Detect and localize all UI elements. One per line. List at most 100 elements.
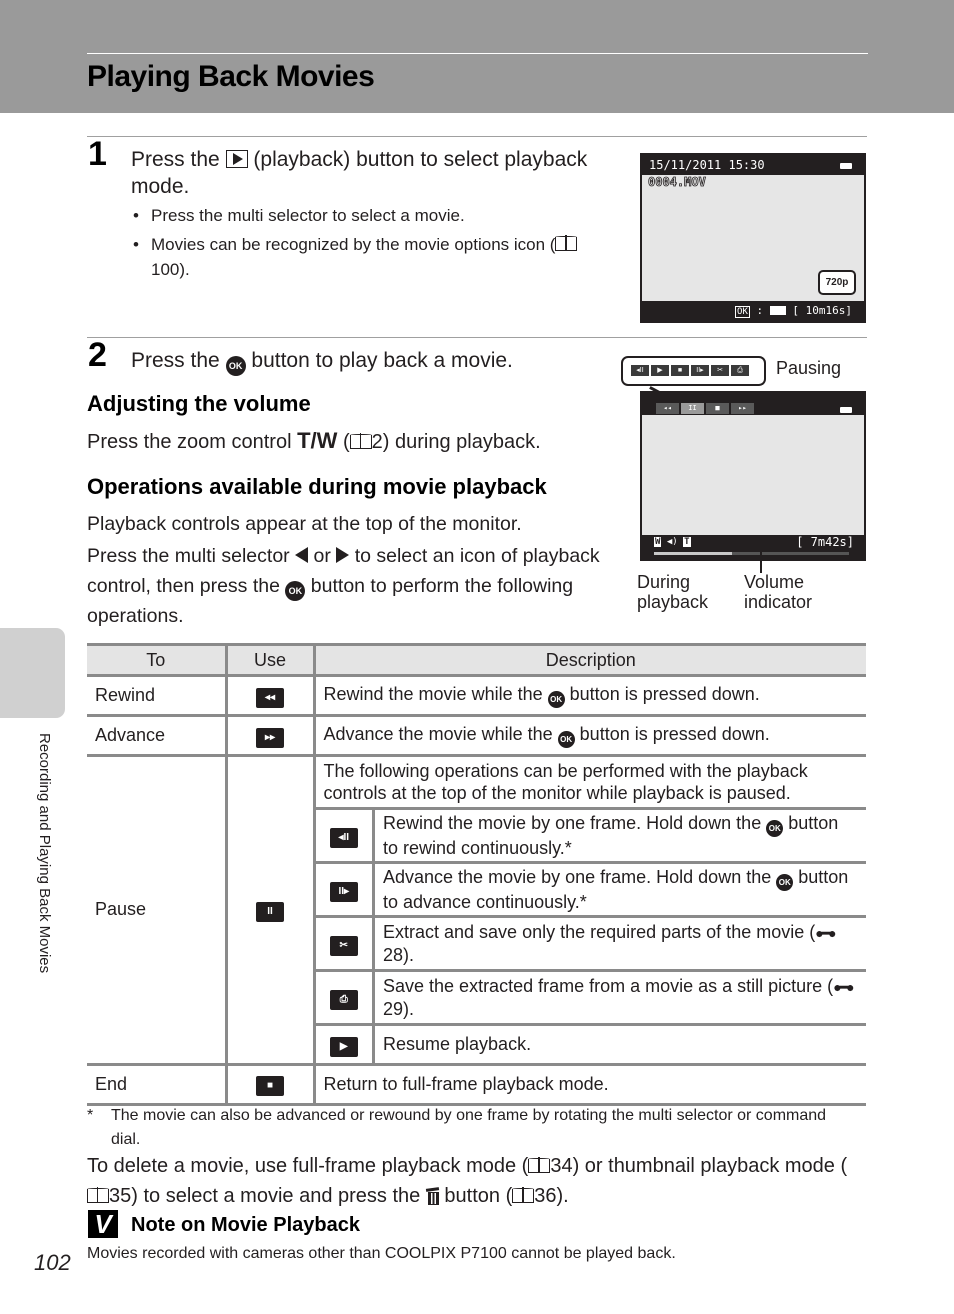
reference-binoculars-icon: ●━● — [815, 925, 836, 941]
table-row: Rewind ◂◂ Rewind the movie while the OK … — [87, 674, 866, 717]
reference-book-icon — [512, 1187, 535, 1203]
subtable-row: II▸ Advance the movie by one frame. Hold… — [315, 861, 866, 918]
subtable-intro-row: The following operations can be performe… — [315, 757, 866, 810]
play-icon — [769, 306, 786, 315]
subtable-row: ✂ Extract and save only the required par… — [315, 915, 866, 972]
volume-heading: Adjusting the volume — [87, 391, 311, 416]
battery-icon — [840, 163, 852, 169]
frame-rewind-icon: ◂II — [631, 365, 649, 376]
playback-progress-fill — [654, 552, 732, 555]
speaker-icon: ◀) — [666, 537, 678, 547]
during-playback-label: During playback — [637, 572, 709, 612]
pause-controls-bar: ◂II ▶ ■ II▸ ✂ ⎙ — [631, 365, 749, 376]
filename-readout: 0004.MOV — [648, 175, 707, 190]
screen-top-bar: ◂◂ II ■ ▸▸ — [642, 393, 864, 415]
datetime-readout: 15/11/2011 15:30 — [649, 158, 765, 172]
movie-length-readout: [ 10m16s] — [792, 304, 852, 317]
frame-advance-icon: II▸ — [329, 882, 358, 902]
subtable-row: ▶ Resume playback. — [315, 1023, 866, 1063]
note-text: Movies recorded with cameras other than … — [87, 1245, 676, 1262]
playback-controls-bar: ◂◂ II ■ ▸▸ — [656, 403, 754, 414]
reference-book-icon — [87, 1187, 109, 1203]
row-action: Rewind — [87, 674, 228, 717]
step-number: 2 — [88, 336, 107, 374]
step-divider — [87, 136, 867, 137]
delete-instruction: To delete a movie, use full-frame playba… — [87, 1155, 848, 1207]
chapter-tab — [0, 628, 65, 718]
pausing-label: Pausing — [776, 358, 842, 378]
scissors-icon: ✂ — [711, 365, 729, 376]
row-action: End — [87, 1062, 228, 1106]
screen-top-bar: 15/11/2011 15:30 — [642, 155, 864, 175]
row-action: Pause — [87, 754, 228, 1066]
volume-text: Press the zoom control T/W (2) during pl… — [87, 428, 541, 453]
operations-table: To Use Description Rewind ◂◂ Rewind the … — [87, 643, 866, 1106]
chapter-label: Recording and Playing Back Movies — [36, 733, 53, 974]
right-arrow-icon — [336, 547, 350, 563]
zoom-control-label: T/W — [297, 428, 338, 453]
volume-indicator-label: Volume indicator — [744, 572, 813, 612]
pause-icon: II — [681, 403, 704, 414]
screen-bottom-bar: OK : [ 10m16s] — [642, 301, 864, 321]
page-title: Playing Back Movies — [87, 60, 375, 93]
frame-advance-icon: II▸ — [691, 365, 709, 376]
table-footnote: * The movie can also be advanced or rewo… — [87, 1107, 827, 1148]
ok-button-icon: OK — [285, 581, 306, 601]
save-frame-icon: ⎙ — [329, 990, 358, 1010]
operations-text-2: Press the multi selector or to select an… — [87, 545, 600, 627]
battery-icon — [840, 407, 852, 413]
stop-icon: ■ — [256, 1076, 284, 1096]
playback-progress-bar — [654, 552, 849, 555]
step2-instruction: Press the OK button to play back a movie… — [131, 347, 611, 376]
reference-binoculars-icon: ●━● — [833, 979, 854, 995]
screen-bottom-bar: W ◀) T [ 7m42s] — [642, 535, 864, 559]
operations-text-1: Playback controls appear at the top of t… — [87, 513, 522, 535]
note-title: Note on Movie Playback — [131, 1214, 360, 1236]
scissors-icon: ✂ — [329, 936, 358, 956]
remaining-time-readout: [ 7m42s] — [796, 535, 854, 549]
note-check-icon: V — [88, 1210, 118, 1238]
play-icon: ▶ — [329, 1036, 358, 1057]
zoom-wide-icon: W — [654, 537, 662, 547]
zoom-tele-icon: T — [683, 537, 691, 547]
step-number: 1 — [88, 135, 107, 173]
page-number: 102 — [34, 1250, 71, 1275]
ok-button-icon: OK — [735, 306, 750, 318]
ok-button-icon: OK — [547, 690, 565, 708]
ok-button-icon: OK — [557, 730, 575, 748]
reference-book-icon — [555, 235, 578, 251]
subtable-row: ⎙ Save the extracted frame from a movie … — [315, 969, 866, 1026]
pausing-callout: ◂II ▶ ■ II▸ ✂ ⎙ — [621, 356, 766, 386]
volume-pointer-line — [698, 541, 761, 543]
table-row: Pause II The following operations can be… — [87, 754, 866, 1066]
stop-icon: ■ — [706, 403, 729, 414]
volume-pointer-line — [760, 541, 762, 573]
subtable-row: ◂II Rewind the movie by one frame. Hold … — [315, 807, 866, 864]
frame-rewind-icon: ◂II — [329, 828, 358, 848]
row-description: The following operations can be performe… — [312, 754, 866, 1066]
ok-button-icon: OK — [225, 356, 246, 376]
table-row: Advance ▸▸ Advance the movie while the O… — [87, 714, 866, 757]
fast-forward-icon: ▸▸ — [731, 403, 754, 414]
operations-heading: Operations available during movie playba… — [87, 474, 547, 499]
ok-button-icon: OK — [766, 820, 784, 837]
step1-bullets: Press the multi selector to select a mov… — [131, 203, 611, 286]
rewind-icon: ◂◂ — [256, 687, 284, 708]
delete-icon — [426, 1187, 439, 1205]
monitor-screen-playback: 15/11/2011 15:30 0004.MOV 720p OK : [ 10… — [640, 153, 866, 323]
reference-book-icon — [349, 433, 372, 449]
step1-instruction: Press the (playback) button to select pl… — [131, 148, 588, 198]
row-description: Advance the movie while the OK button is… — [312, 714, 866, 757]
ok-button-icon: OK — [776, 874, 794, 891]
play-icon: ▶ — [651, 365, 669, 376]
rewind-icon: ◂◂ — [656, 403, 679, 414]
monitor-screen-during-playback: ◂◂ II ■ ▸▸ W ◀) T [ 7m42s] — [640, 391, 866, 561]
bullet-item: Movies can be recognized by the movie op… — [131, 232, 611, 282]
row-description: Rewind the movie while the OK button is … — [312, 674, 866, 717]
left-arrow-icon — [295, 547, 309, 563]
volume-indicator: W ◀) T — [654, 537, 691, 548]
column-header-description: Description — [312, 643, 866, 677]
save-frame-icon: ⎙ — [731, 365, 749, 376]
row-action: Advance — [87, 714, 228, 757]
row-description: Return to full-frame playback mode. — [312, 1062, 866, 1106]
